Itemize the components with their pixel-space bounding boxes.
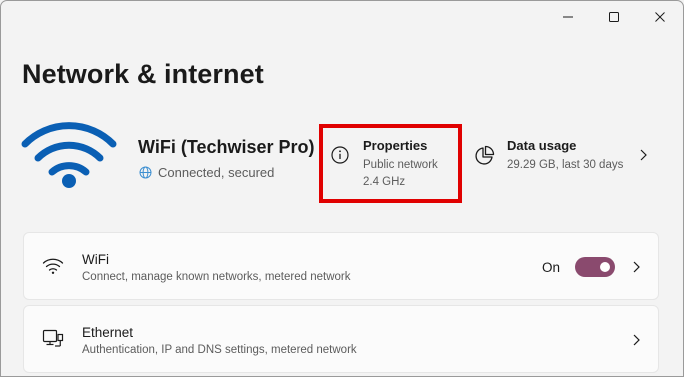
wifi-toggle[interactable]	[575, 257, 615, 277]
connection-status-text: Connected, secured	[158, 165, 275, 180]
chevron-right-icon	[633, 261, 640, 273]
network-band: 2.4 GHz	[363, 176, 406, 188]
wifi-card-description: Connect, manage known networks, metered …	[82, 271, 351, 283]
page-title: Network & internet	[22, 59, 264, 89]
chevron-right-icon	[633, 334, 640, 346]
ethernet-icon	[42, 329, 64, 347]
settings-window: Network & internet WiFi (Techwiser Pro) …	[0, 0, 684, 377]
ethernet-settings-card[interactable]: Ethernet Authentication, IP and DNS sett…	[23, 305, 659, 373]
wifi-icon	[42, 258, 64, 274]
chevron-right-icon	[640, 149, 647, 161]
data-usage-title: Data usage	[507, 138, 577, 153]
info-icon	[331, 146, 349, 164]
properties-title: Properties	[363, 138, 428, 153]
network-name: WiFi (Techwiser Pro)	[138, 137, 315, 157]
close-icon	[655, 12, 665, 22]
maximize-button[interactable]	[591, 7, 637, 27]
ethernet-card-description: Authentication, IP and DNS settings, met…	[82, 344, 357, 356]
connection-status: Connected, secured	[139, 165, 274, 180]
ethernet-card-title: Ethernet	[82, 325, 134, 340]
maximize-icon	[609, 12, 619, 22]
wifi-toggle-label: On	[542, 260, 561, 275]
globe-icon	[139, 166, 152, 179]
wifi-card-title: WiFi	[82, 252, 109, 267]
close-button[interactable]	[637, 7, 683, 27]
pie-chart-icon	[475, 145, 495, 165]
minimize-icon	[563, 16, 573, 18]
minimize-button[interactable]	[545, 7, 591, 27]
data-usage-detail: 29.29 GB, last 30 days	[507, 159, 624, 171]
wifi-settings-card[interactable]: WiFi Connect, manage known networks, met…	[23, 232, 659, 300]
wifi-icon	[21, 122, 117, 188]
toggle-knob	[600, 262, 610, 272]
network-profile-type: Public network	[363, 159, 438, 171]
